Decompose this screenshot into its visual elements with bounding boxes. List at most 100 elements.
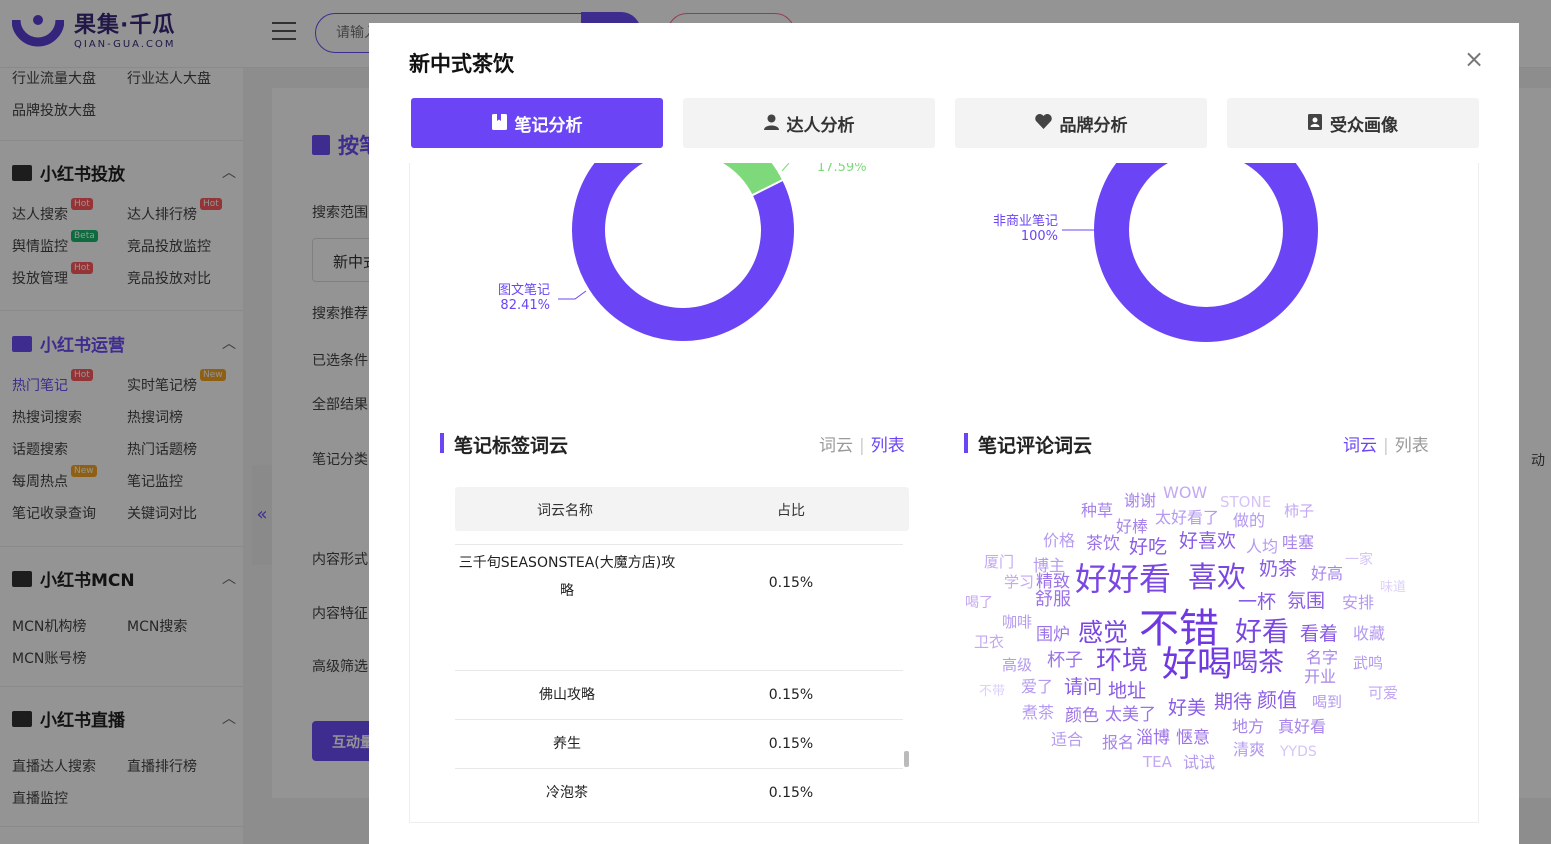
- word-cloud-word[interactable]: 好高: [1311, 566, 1343, 582]
- note-analysis-modal: 新中式茶饮 × 笔记分析 达人分析 品牌分析 受众画像 17.59% 图文笔记 …: [369, 23, 1519, 844]
- word-cloud-word[interactable]: 人均: [1246, 539, 1278, 555]
- word-cloud-word[interactable]: 学习: [1004, 575, 1034, 590]
- word-cloud-word[interactable]: 厦门: [984, 555, 1014, 570]
- commercial-note-donut-chart: [1062, 163, 1318, 342]
- word-cloud-word[interactable]: 期待: [1214, 693, 1252, 712]
- word-cloud-word[interactable]: 不带: [979, 685, 1005, 698]
- word-cloud-word[interactable]: 真好看: [1278, 719, 1326, 735]
- comment-word-cloud: WOW 谢谢 STONE 种草 柿子 好棒 太好看了 做的 价格 茶饮 好吃 好喜欢 人均 哇塞 厦门 一家博…: [965, 473, 1470, 783]
- word-cloud-word[interactable]: 做的: [1233, 513, 1265, 529]
- word-cloud-word[interactable]: 不错: [1139, 609, 1219, 649]
- tab-content-panel: 17.59% 图文笔记 82.41% 非商业笔记 100% 笔记标签词云 词云 |…: [409, 163, 1479, 823]
- word-cloud-word[interactable]: 喝茶: [1232, 650, 1284, 676]
- comment-cloud-toggle-cloud[interactable]: 词云: [1343, 436, 1377, 456]
- comment-cloud-toggle-list[interactable]: 列表: [1395, 436, 1429, 456]
- word-cloud-word[interactable]: 味道: [1380, 581, 1406, 594]
- word-cloud-word[interactable]: 围炉: [1036, 627, 1070, 644]
- word-cloud-word[interactable]: 喜欢: [1188, 563, 1246, 592]
- word-cloud-word[interactable]: 一杯: [1238, 593, 1276, 612]
- tag-cloud-title: 笔记标签词云: [440, 431, 568, 458]
- col-header-name: 词云名称: [537, 503, 593, 519]
- donut-leader-line: [558, 290, 587, 300]
- tag-table-header: 词云名称 占比: [455, 487, 909, 531]
- word-cloud-word[interactable]: 试试: [1183, 755, 1215, 771]
- word-cloud-word[interactable]: 感觉: [1078, 620, 1128, 645]
- donut-right-slice-label: 非商业笔记 100%: [992, 214, 1058, 244]
- table-row[interactable]: 冷泡茶 0.15%: [455, 768, 903, 817]
- user-icon: [763, 114, 779, 133]
- tab-note-analysis[interactable]: 笔记分析: [411, 98, 663, 148]
- word-cloud-word[interactable]: 太好看了: [1155, 510, 1219, 526]
- word-cloud-word[interactable]: 价格: [1043, 533, 1075, 549]
- word-cloud-word[interactable]: 报名: [1102, 735, 1134, 751]
- word-cloud-word[interactable]: 卫衣: [974, 635, 1004, 650]
- word-cloud-word[interactable]: WOW: [1163, 485, 1207, 501]
- word-cloud-word[interactable]: 好喜欢: [1179, 532, 1236, 551]
- word-cloud-word[interactable]: 煮茶: [1022, 705, 1054, 721]
- donut-leader-line: [781, 163, 790, 172]
- word-cloud-word[interactable]: 好美: [1168, 699, 1206, 718]
- tab-influencer-analysis[interactable]: 达人分析: [683, 98, 935, 148]
- table-row[interactable]: 养生 0.15%: [455, 719, 903, 768]
- word-cloud-word[interactable]: 喝了: [965, 596, 993, 610]
- comment-cloud-title: 笔记评论词云: [964, 431, 1092, 458]
- tag-cloud-view-toggle: 词云 | 列表: [819, 436, 905, 456]
- word-cloud-word[interactable]: 适合: [1051, 732, 1083, 748]
- word-cloud-word[interactable]: 好吃: [1129, 538, 1167, 557]
- close-icon[interactable]: ×: [1460, 45, 1488, 73]
- donut-left-slice-1-label: 图文笔记 82.41%: [497, 283, 550, 313]
- word-cloud-word[interactable]: 清爽: [1233, 742, 1265, 758]
- word-cloud-word[interactable]: 喝到: [1312, 695, 1342, 710]
- word-cloud-word[interactable]: 好喝: [1162, 648, 1232, 683]
- word-cloud-word[interactable]: 爱了: [1021, 679, 1053, 695]
- word-cloud-word[interactable]: 名字: [1306, 650, 1338, 666]
- comment-cloud-view-toggle: 词云 | 列表: [1343, 436, 1429, 456]
- word-cloud-word[interactable]: 颜色: [1065, 708, 1099, 725]
- word-cloud-word[interactable]: 茶饮: [1086, 536, 1120, 553]
- word-cloud-word[interactable]: 地方: [1232, 719, 1264, 735]
- col-header-percent: 占比: [777, 503, 805, 519]
- word-cloud-word[interactable]: 可爱: [1368, 686, 1398, 701]
- tab-brand-analysis[interactable]: 品牌分析: [955, 98, 1207, 148]
- word-cloud-word[interactable]: 杯子: [1047, 652, 1083, 670]
- word-cloud-word[interactable]: 种草: [1081, 503, 1113, 519]
- word-cloud-word[interactable]: 咖啡: [1002, 615, 1032, 630]
- table-row[interactable]: 佛山攻略 0.15%: [455, 670, 903, 719]
- word-cloud-word[interactable]: 看着: [1300, 625, 1338, 644]
- audience-icon: [1308, 113, 1322, 133]
- word-cloud-word[interactable]: 惬意: [1176, 730, 1210, 747]
- word-cloud-word[interactable]: 奶茶: [1259, 560, 1297, 579]
- word-cloud-word[interactable]: 好好看: [1075, 563, 1171, 595]
- word-cloud-word[interactable]: 太美了: [1105, 707, 1156, 724]
- word-cloud-word[interactable]: 谢谢: [1124, 493, 1156, 509]
- table-row[interactable]: 三千旬SEASONSTEA(大魔方店)攻略 0.15%: [455, 544, 903, 608]
- word-cloud-word[interactable]: 好看: [1235, 619, 1289, 646]
- word-cloud-word[interactable]: 武鸣: [1353, 656, 1383, 671]
- word-cloud-word[interactable]: 柿子: [1284, 504, 1314, 519]
- heart-icon: [1034, 113, 1052, 132]
- word-cloud-word[interactable]: 舒服: [1035, 591, 1071, 609]
- word-cloud-word[interactable]: 请问: [1064, 678, 1102, 697]
- donut-left-slice-2-label: 17.59%: [817, 163, 867, 175]
- word-cloud-word[interactable]: 开业: [1304, 669, 1336, 685]
- word-cloud-word[interactable]: 环境: [1096, 648, 1148, 674]
- word-cloud-word[interactable]: 好棒: [1116, 519, 1148, 535]
- word-cloud-word[interactable]: TEA: [1143, 755, 1172, 770]
- donut-slice[interactable]: [1094, 163, 1318, 342]
- tag-cloud-toggle-list[interactable]: 列表: [871, 436, 905, 456]
- word-cloud-word[interactable]: 地址: [1108, 682, 1146, 701]
- word-cloud-word[interactable]: STONE: [1220, 495, 1271, 510]
- word-cloud-word[interactable]: 颜值: [1257, 690, 1297, 710]
- word-cloud-word[interactable]: 哇塞: [1282, 535, 1314, 551]
- note-icon: [491, 113, 507, 133]
- word-cloud-word[interactable]: YYDS: [1280, 745, 1317, 759]
- tab-audience-profile[interactable]: 受众画像: [1227, 98, 1479, 148]
- tag-cloud-toggle-cloud[interactable]: 词云: [819, 436, 853, 456]
- table-scrollbar[interactable]: [904, 751, 909, 767]
- word-cloud-word[interactable]: 一家: [1345, 553, 1373, 567]
- word-cloud-word[interactable]: 安排: [1342, 595, 1374, 611]
- word-cloud-word[interactable]: 氛围: [1287, 592, 1325, 611]
- word-cloud-word[interactable]: 高级: [1002, 658, 1032, 673]
- word-cloud-word[interactable]: 收藏: [1353, 626, 1385, 642]
- word-cloud-word[interactable]: 淄博: [1136, 730, 1170, 747]
